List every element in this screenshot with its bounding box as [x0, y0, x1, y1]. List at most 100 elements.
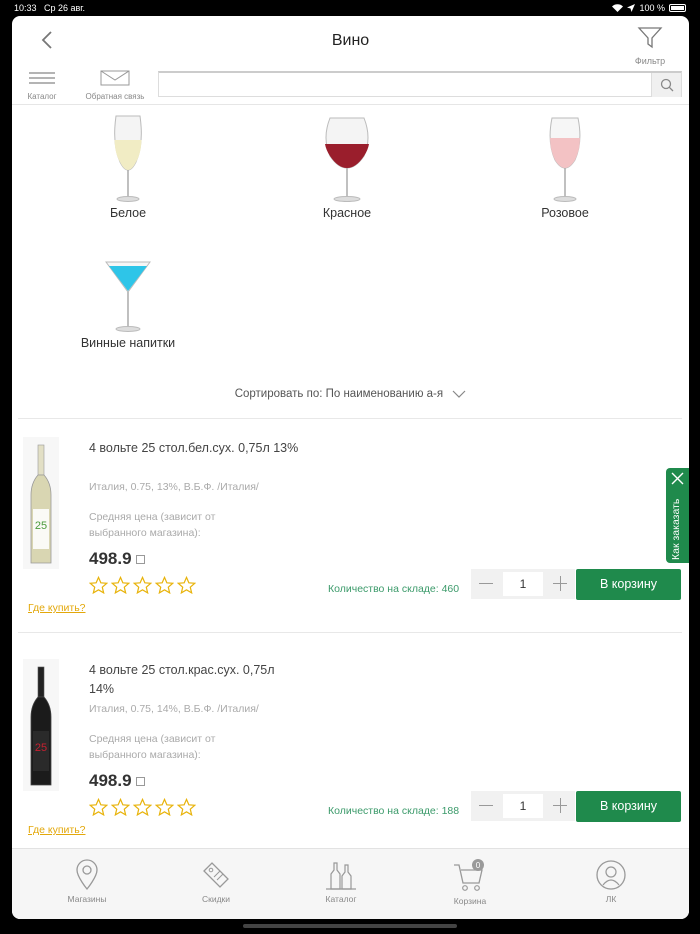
- feedback-button[interactable]: Обратная связь: [82, 70, 148, 101]
- tab-discounts[interactable]: Скидки: [161, 859, 271, 904]
- product-image[interactable]: 25: [23, 659, 59, 791]
- search-button[interactable]: [651, 73, 681, 97]
- category-red[interactable]: Красное: [277, 114, 417, 220]
- location-arrow-icon: [627, 4, 636, 12]
- tab-label: Скидки: [201, 894, 231, 904]
- quantity-stepper: 1: [471, 569, 575, 599]
- chevron-down-icon: [452, 390, 466, 398]
- category-name: Розовое: [541, 206, 589, 220]
- product-meta: Италия, 0.75, 14%, В.Б.Ф. /Италия/: [89, 703, 259, 715]
- star-icon[interactable]: [177, 798, 196, 817]
- catalog-menu-label: Каталог: [27, 92, 57, 101]
- toolbar: Каталог Обратная связь: [12, 68, 689, 105]
- tab-label: Магазины: [67, 894, 107, 904]
- product-meta: Италия, 0.75, 13%, В.Б.Ф. /Италия/: [89, 481, 259, 493]
- price-value: 498.9: [89, 771, 132, 790]
- how-to-order-tab[interactable]: Как заказать: [666, 468, 689, 563]
- app-window: Вино Фильтр Каталог Обратная связь Белое…: [12, 16, 689, 919]
- divider: [18, 632, 682, 633]
- quantity-value[interactable]: 1: [503, 572, 543, 596]
- quantity-increase-button[interactable]: [545, 791, 575, 821]
- star-icon[interactable]: [177, 576, 196, 595]
- wifi-icon: [612, 4, 624, 12]
- rose-wine-glass-icon: [549, 117, 581, 202]
- star-icon[interactable]: [89, 798, 108, 817]
- quantity-stepper: 1: [471, 791, 575, 821]
- product-name[interactable]: 4 вольте 25 стол.бел.сух. 0,75л 13%: [89, 439, 299, 458]
- currency-icon: [135, 777, 145, 787]
- where-to-buy-link[interactable]: Где купить?: [28, 602, 86, 614]
- star-icon[interactable]: [155, 798, 174, 817]
- category-name: Белое: [109, 206, 147, 220]
- star-icon[interactable]: [133, 576, 152, 595]
- tab-stores[interactable]: Магазины: [32, 859, 142, 904]
- star-icon[interactable]: [133, 798, 152, 817]
- bottles-icon: [326, 862, 356, 890]
- tab-cart[interactable]: 0 Корзина: [415, 859, 525, 906]
- rating-stars: [89, 798, 196, 817]
- svg-text:25: 25: [35, 742, 47, 754]
- tab-account[interactable]: ЛК: [556, 859, 666, 904]
- tab-catalog[interactable]: Каталог: [286, 859, 396, 904]
- close-icon[interactable]: [671, 472, 684, 485]
- quantity-decrease-button[interactable]: [471, 791, 501, 821]
- page-title: Вино: [331, 32, 370, 49]
- search-input[interactable]: [159, 73, 649, 95]
- rating-stars: [89, 576, 196, 595]
- quantity-decrease-button[interactable]: [471, 569, 501, 599]
- hamburger-menu-icon: [29, 72, 55, 84]
- where-to-buy-link[interactable]: Где купить?: [28, 824, 86, 836]
- svg-text:25: 25: [35, 520, 47, 532]
- price-value: 498.9: [89, 549, 132, 568]
- average-price-label: Средняя цена (зависит от выбранного мага…: [89, 511, 216, 539]
- search-icon: [660, 78, 673, 92]
- cart-badge: 0: [476, 861, 481, 870]
- red-wine-glass-icon: [325, 117, 369, 202]
- user-icon: [596, 860, 626, 890]
- product-card: 25 4 вольте 25 стол.крас.сух. 0,75л 14% …: [12, 659, 689, 869]
- quantity-increase-button[interactable]: [545, 569, 575, 599]
- filter-funnel-icon: [637, 27, 663, 49]
- product-card: 25 4 вольте 25 стол.бел.сух. 0,75л 13% И…: [12, 437, 689, 647]
- tab-label: Корзина: [453, 896, 487, 906]
- cart-icon: 0: [454, 859, 484, 891]
- header: Вино Фильтр: [12, 16, 689, 68]
- stock-quantity: Количество на складе: 188: [328, 805, 460, 817]
- battery-icon: [669, 4, 686, 12]
- product-name[interactable]: 4 вольте 25 стол.крас.сух. 0,75л 14%: [89, 661, 299, 699]
- product-price: 498.9: [89, 549, 145, 569]
- discount-tag-icon: [203, 862, 229, 888]
- category-grid: Белое Красное Розовое Винные напитки: [12, 106, 689, 366]
- cocktail-glass-icon: [105, 261, 151, 332]
- feedback-label: Обратная связь: [85, 92, 145, 101]
- sort-dropdown[interactable]: Сортировать по: По наименованию а-я: [12, 388, 689, 400]
- add-to-cart-button[interactable]: В корзину: [576, 569, 681, 600]
- stock-quantity: Количество на складе: 460: [328, 583, 460, 595]
- star-icon[interactable]: [111, 798, 130, 817]
- bottom-tab-bar: Магазины Скидки Каталог 0 Корзина ЛК: [12, 848, 689, 919]
- currency-icon: [135, 555, 145, 565]
- category-wine-drinks[interactable]: Винные напитки: [58, 258, 198, 350]
- product-image[interactable]: 25: [23, 437, 59, 569]
- envelope-icon: [100, 70, 130, 86]
- status-date: Ср 26 авг.: [44, 3, 85, 13]
- product-price: 498.9: [89, 771, 145, 791]
- status-time: 10:33: [14, 3, 37, 13]
- white-wine-glass-icon: [114, 115, 142, 202]
- star-icon[interactable]: [155, 576, 174, 595]
- category-rose[interactable]: Розовое: [495, 114, 635, 220]
- star-icon[interactable]: [89, 576, 108, 595]
- add-to-cart-button[interactable]: В корзину: [576, 791, 681, 822]
- how-to-order-label: Как заказать: [670, 498, 682, 560]
- tab-label: ЛК: [605, 894, 617, 904]
- catalog-menu-button[interactable]: Каталог: [24, 70, 60, 101]
- quantity-value[interactable]: 1: [503, 794, 543, 818]
- home-indicator[interactable]: [243, 924, 457, 928]
- star-icon[interactable]: [111, 576, 130, 595]
- filter-label: Фильтр: [634, 56, 666, 66]
- sort-label: Сортировать по: По наименованию а-я: [234, 388, 444, 400]
- status-bar: 10:33 Ср 26 авг. 100 %: [0, 0, 700, 16]
- status-right: 100 %: [612, 3, 686, 13]
- filter-button[interactable]: Фильтр: [623, 26, 677, 68]
- category-white[interactable]: Белое: [58, 114, 198, 220]
